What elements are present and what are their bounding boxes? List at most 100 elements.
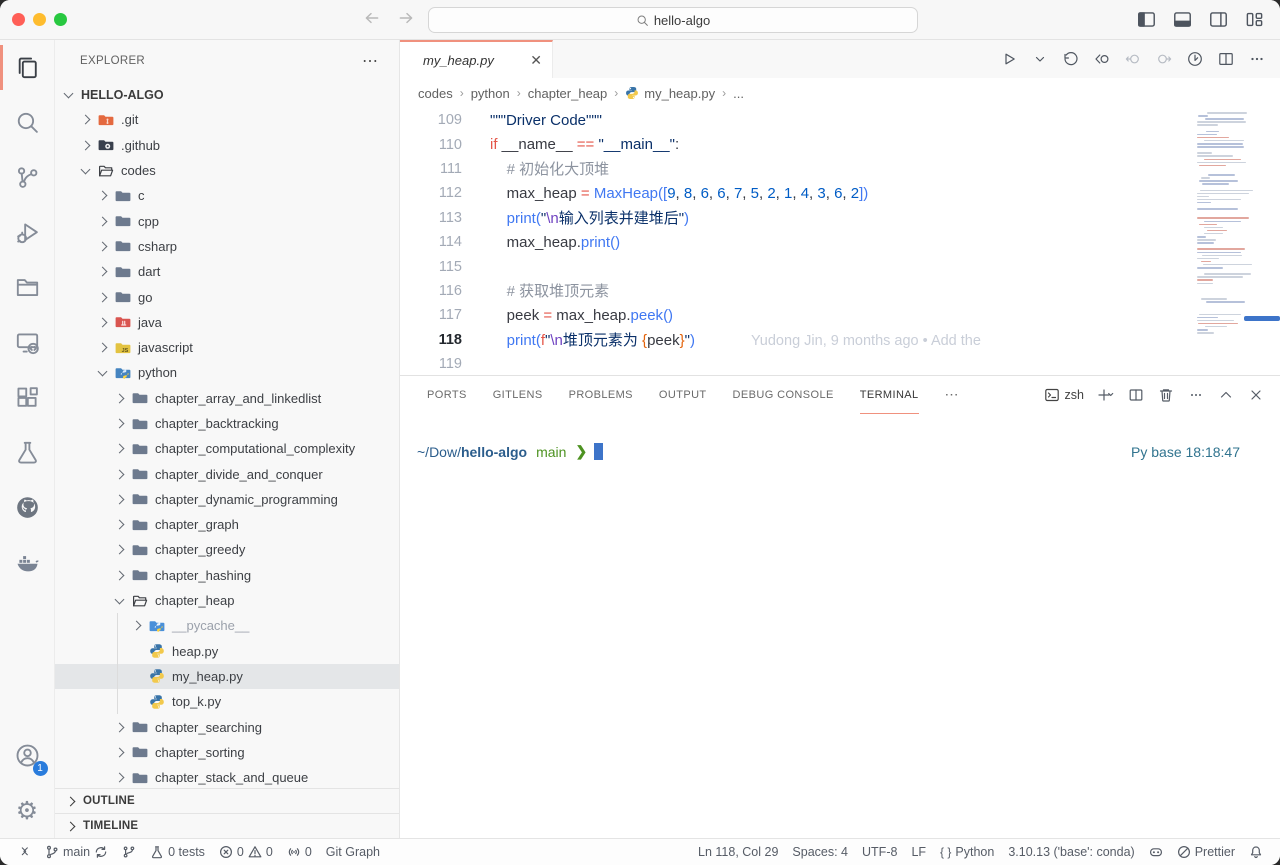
breadcrumb-item--[interactable]: ... [733, 86, 744, 101]
activity-bar-item-remote-explorer[interactable] [0, 315, 55, 370]
code-line-119[interactable]: 119 [400, 352, 1280, 375]
status-item-git-graph-label[interactable]: Git Graph [319, 845, 387, 859]
minimap[interactable] [1195, 108, 1262, 348]
tree-item-cpp[interactable]: cpp [55, 208, 399, 233]
panel-tab-terminal[interactable]: TERMINAL [860, 376, 919, 414]
code-line-113[interactable]: 113 print("\n输入列表并建堆后") [400, 206, 1280, 230]
code-line-115[interactable]: 115 [400, 254, 1280, 278]
tree-item-my-heap-py[interactable]: my_heap.py [55, 664, 399, 689]
activity-bar-item-accounts[interactable]: 1 [0, 728, 55, 783]
tree-item-chapter-sorting[interactable]: chapter_sorting [55, 740, 399, 765]
more-icon[interactable] [1248, 50, 1266, 68]
tree-item--pycache-[interactable]: __pycache__ [55, 613, 399, 638]
status-item-tunnel[interactable]: 0 [280, 845, 319, 859]
prev-change-icon[interactable] [1124, 50, 1142, 68]
status-item-git-branch[interactable]: main [38, 845, 115, 859]
breadcrumb-item-python[interactable]: python [471, 86, 510, 101]
tree-item--git[interactable]: .git [55, 107, 399, 132]
code-line-112[interactable]: 112 max_heap = MaxHeap([9, 8, 6, 6, 7, 5… [400, 181, 1280, 205]
status-item-tests[interactable]: 0 tests [143, 845, 212, 859]
terminal-instance-zsh[interactable]: zsh [1044, 387, 1084, 403]
terminal[interactable]: ~/Dow/hello-algo main ❯ Py base 18:18:47 [400, 414, 1280, 838]
tree-item-chapter-dynamic-programming[interactable]: chapter_dynamic_programming [55, 487, 399, 512]
new-terminal-dropdown-icon[interactable] [1098, 387, 1114, 403]
status-item-prettier[interactable]: Prettier [1170, 845, 1242, 859]
maximize-panel-icon[interactable] [1218, 387, 1234, 403]
forward-icon[interactable] [396, 8, 416, 33]
close-window-button[interactable] [12, 13, 25, 26]
activity-bar-item-extensions[interactable] [0, 370, 55, 425]
panel-tab-gitlens[interactable]: GITLENS [493, 376, 543, 414]
tree-item-chapter-backtracking[interactable]: chapter_backtracking [55, 411, 399, 436]
tree-item-top-k-py[interactable]: top_k.py [55, 689, 399, 714]
open-changes-icon[interactable] [1093, 50, 1111, 68]
tree-item-chapter-divide-and-conquer[interactable]: chapter_divide_and_conquer [55, 461, 399, 486]
code-line-114[interactable]: 114 max_heap.print() [400, 230, 1280, 254]
panel-tab-debug-console[interactable]: DEBUG CONSOLE [733, 376, 834, 414]
tree-item-c[interactable]: c [55, 183, 399, 208]
sidebar-section-outline[interactable]: OUTLINE [55, 788, 399, 813]
sidebar-section-timeline[interactable]: TIMELINE [55, 813, 399, 838]
tab-my-heap[interactable]: my_heap.py ✕ [400, 40, 553, 78]
status-item-python-interpreter[interactable]: 3.10.13 ('base': conda) [1001, 845, 1141, 859]
tree-item-codes[interactable]: codes [55, 158, 399, 183]
tree-item-chapter-searching[interactable]: chapter_searching [55, 714, 399, 739]
tree-item-heap-py[interactable]: heap.py [55, 639, 399, 664]
status-item-copilot[interactable] [1142, 845, 1170, 859]
code-line-116[interactable]: 116 # 获取堆顶元素 [400, 279, 1280, 303]
status-item-encoding[interactable]: UTF-8 [855, 845, 904, 859]
panel-tab-ports[interactable]: PORTS [427, 376, 467, 414]
status-item-cursor-position[interactable]: Ln 118, Col 29 [691, 845, 785, 859]
customize-layout-icon[interactable] [1245, 10, 1264, 34]
breadcrumb-item-chapter-heap[interactable]: chapter_heap [528, 86, 608, 101]
tree-item-javascript[interactable]: JSjavascript [55, 335, 399, 360]
tree-item--github[interactable]: .github [55, 133, 399, 158]
close-panel-icon[interactable] [1248, 387, 1264, 403]
code-line-111[interactable]: 111 # 初始化大顶堆 [400, 157, 1280, 181]
tree-item-dart[interactable]: dart [55, 259, 399, 284]
activity-bar-item-github[interactable] [0, 480, 55, 535]
activity-bar-item-folder-explorer[interactable] [0, 260, 55, 315]
code-line-118[interactable]: 118 print(f"\n堆顶元素为 {peek}")Yudong Jin, … [400, 328, 1280, 352]
code-editor[interactable]: 109"""Driver Code"""110if __name__ == "_… [400, 108, 1280, 375]
zoom-window-button[interactable] [54, 13, 67, 26]
tree-item-chapter-heap[interactable]: chapter_heap [55, 588, 399, 613]
minimize-window-button[interactable] [33, 13, 46, 26]
code-line-110[interactable]: 110if __name__ == "__main__": [400, 132, 1280, 156]
status-item-notifications[interactable] [1242, 845, 1270, 859]
next-change-icon[interactable] [1155, 50, 1173, 68]
split-editor-icon[interactable] [1217, 50, 1235, 68]
panel-tabs-more-icon[interactable]: ⋯ [945, 376, 959, 414]
status-item-eol[interactable]: LF [904, 845, 933, 859]
command-center-search[interactable]: hello-algo [428, 7, 918, 33]
tree-item-csharp[interactable]: csharp [55, 234, 399, 259]
toggle-primary-sidebar-icon[interactable] [1137, 10, 1156, 34]
status-item-remote[interactable] [10, 845, 38, 859]
code-line-109[interactable]: 109"""Driver Code""" [400, 108, 1280, 132]
breadcrumb-item-my-heap-py[interactable]: my_heap.py [625, 86, 715, 101]
status-item-git-graph-button[interactable] [115, 845, 143, 859]
back-icon[interactable] [362, 8, 382, 33]
kill-terminal-icon[interactable] [1158, 387, 1174, 403]
run-dropdown-icon[interactable] [1031, 50, 1049, 68]
split-terminal-icon[interactable] [1128, 387, 1144, 403]
panel-tab-problems[interactable]: PROBLEMS [569, 376, 633, 414]
explorer-more-actions-icon[interactable]: ⋯ [362, 51, 379, 71]
tree-item-java[interactable]: java [55, 310, 399, 335]
activity-bar-item-docker[interactable] [0, 535, 55, 590]
panel-tab-output[interactable]: OUTPUT [659, 376, 707, 414]
tree-item-python[interactable]: python [55, 360, 399, 385]
activity-bar-item-source-control[interactable] [0, 150, 55, 205]
status-item-indentation[interactable]: Spaces: 4 [785, 845, 855, 859]
activity-bar-item-run-debug[interactable] [0, 205, 55, 260]
activity-bar-item-explorer[interactable] [0, 40, 55, 95]
activity-bar-item-settings[interactable]: ⚙ [0, 783, 55, 838]
activity-bar-item-search[interactable] [0, 95, 55, 150]
tree-item-chapter-stack-and-queue[interactable]: chapter_stack_and_queue [55, 765, 399, 788]
more-icon[interactable] [1188, 387, 1204, 403]
tree-item-chapter-computational-complexity[interactable]: chapter_computational_complexity [55, 436, 399, 461]
run-icon[interactable] [1000, 50, 1018, 68]
tree-item-chapter-hashing[interactable]: chapter_hashing [55, 563, 399, 588]
history-icon[interactable] [1062, 50, 1080, 68]
toggle-secondary-sidebar-icon[interactable] [1209, 10, 1228, 34]
